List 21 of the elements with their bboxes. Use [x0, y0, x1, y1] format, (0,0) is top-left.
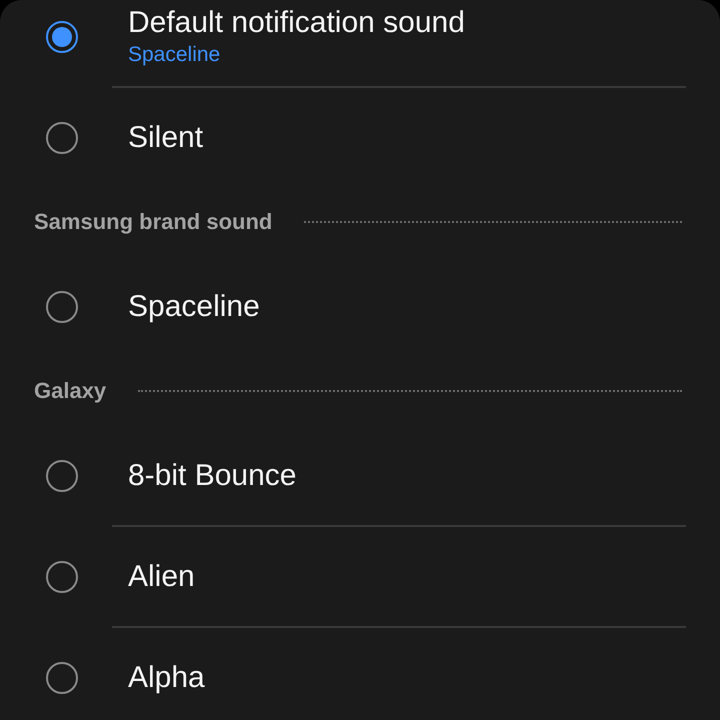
option-label: Alien: [128, 558, 195, 594]
option-label: Spaceline: [128, 288, 260, 324]
radio-button[interactable]: [46, 290, 78, 322]
sound-option[interactable]: Silent: [0, 88, 720, 187]
sound-option[interactable]: Spaceline: [0, 257, 720, 356]
section-header: Samsung brand sound: [34, 209, 272, 235]
option-label: 8-bit Bounce: [128, 458, 296, 494]
option-label: Alpha: [128, 660, 205, 696]
radio-button[interactable]: [46, 560, 78, 592]
sound-option[interactable]: Default notification sound Spaceline: [0, 0, 720, 86]
radio-button[interactable]: [46, 122, 78, 154]
option-label: Silent: [128, 120, 204, 156]
section-header: Galaxy: [34, 378, 106, 404]
option-subtitle: Spaceline: [128, 42, 222, 68]
radio-button[interactable]: [46, 460, 78, 492]
sound-option[interactable]: Alien: [0, 527, 720, 626]
radio-button[interactable]: [46, 20, 78, 52]
sound-option[interactable]: 8-bit Bounce: [0, 426, 720, 525]
radio-button[interactable]: [46, 662, 78, 694]
sound-option[interactable]: Alpha: [0, 628, 720, 720]
option-label: Default notification sound: [128, 4, 465, 40]
